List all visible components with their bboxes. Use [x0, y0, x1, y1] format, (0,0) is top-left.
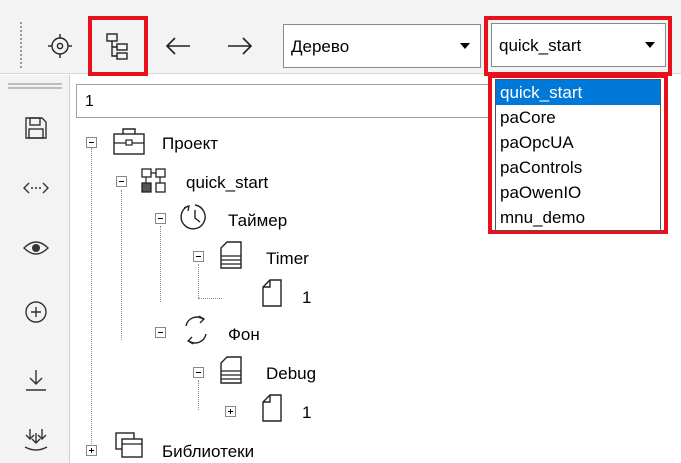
- tree-guide: [91, 148, 92, 448]
- floppy-disk-icon: [25, 117, 47, 139]
- tree-node-label[interactable]: quick_start: [186, 173, 268, 193]
- tree-guide: [198, 264, 199, 298]
- download-all-button[interactable]: [21, 425, 51, 455]
- stack-icon: [219, 240, 243, 275]
- back-button[interactable]: [160, 28, 196, 64]
- dropdown-option[interactable]: paOpcUA: [496, 130, 660, 155]
- view-mode-dropdown-arrow[interactable]: [454, 29, 476, 63]
- dropdown-option[interactable]: paControls: [496, 155, 660, 180]
- chevron-down-icon: [645, 42, 655, 48]
- expand-toggle[interactable]: [155, 327, 166, 338]
- library-icon: [114, 431, 146, 463]
- download-all-icon: [24, 429, 48, 451]
- dropdown-option[interactable]: paCore: [496, 105, 660, 130]
- expand-toggle[interactable]: [86, 137, 97, 148]
- tree-structure-icon: [106, 33, 128, 60]
- toolbar-grip: [20, 22, 24, 68]
- tree-node-label[interactable]: 1: [302, 403, 311, 423]
- add-button[interactable]: [21, 297, 51, 327]
- eye-icon: [23, 241, 49, 255]
- plus-circle-icon: [25, 301, 47, 323]
- download-button[interactable]: [21, 365, 51, 395]
- project-dropdown-list[interactable]: quick_start paCore paOpcUA paControls paOwen…: [495, 79, 661, 231]
- tree-guide: [198, 298, 222, 299]
- project-select[interactable]: quick_start: [491, 23, 666, 67]
- view-mode-value: Дерево: [291, 37, 350, 56]
- tree-guide: [160, 226, 161, 302]
- side-toolbar-grip: [8, 83, 62, 89]
- expand-toggle[interactable]: [155, 213, 166, 224]
- toolbar: Дерево quick_start: [0, 0, 681, 76]
- tree-node-label[interactable]: Фон: [228, 325, 260, 345]
- stack-icon: [219, 355, 243, 390]
- timer-icon: [180, 202, 210, 237]
- project-dropdown-arrow[interactable]: [639, 28, 661, 62]
- chevron-down-icon: [460, 43, 470, 49]
- project-dropdown-highlight: quick_start paCore paOpcUA paControls paOwen…: [488, 74, 668, 234]
- tree-node-label[interactable]: Таймер: [228, 211, 287, 231]
- dropdown-option[interactable]: quick_start: [496, 80, 660, 105]
- arrow-left-icon: [165, 37, 190, 55]
- tree-node-label[interactable]: Библиотеки: [162, 442, 254, 462]
- project-select-value: quick_start: [499, 36, 582, 55]
- dropdown-option[interactable]: mnu_demo: [496, 205, 660, 230]
- dropdown-option[interactable]: paOwenIO: [496, 180, 660, 205]
- application-icon: [140, 167, 168, 200]
- expand-toggle[interactable]: [116, 176, 127, 187]
- expand-toggle[interactable]: [225, 406, 236, 417]
- forward-button[interactable]: [222, 28, 258, 64]
- page-icon: [261, 278, 283, 313]
- expand-toggle[interactable]: [86, 445, 97, 456]
- tree-node-label[interactable]: Debug: [266, 364, 316, 384]
- tree-guide: [198, 380, 199, 410]
- locate-button[interactable]: [40, 26, 80, 66]
- save-button[interactable]: [21, 113, 51, 143]
- tree-header-label: 1: [85, 93, 94, 110]
- tree-view-button[interactable]: [88, 16, 148, 76]
- cycle-icon: [181, 314, 211, 351]
- crosshair-icon: [48, 34, 72, 58]
- tree-node-label[interactable]: Timer: [266, 249, 309, 269]
- tree-header: 1: [76, 84, 496, 118]
- side-toolbar: [0, 75, 70, 463]
- expand-toggle[interactable]: [193, 251, 204, 262]
- view-button[interactable]: [21, 233, 51, 263]
- tree-guide: [121, 190, 122, 340]
- arrow-right-icon: [228, 37, 253, 55]
- tree-node-label[interactable]: 1: [302, 288, 311, 308]
- project-icon: [112, 126, 146, 161]
- view-mode-select[interactable]: Дерево: [283, 24, 481, 68]
- page-icon: [261, 393, 283, 428]
- code-button[interactable]: [21, 173, 51, 203]
- download-icon: [26, 370, 46, 391]
- tree-node-label[interactable]: Проект: [162, 134, 218, 154]
- code-brackets-icon: [23, 182, 49, 194]
- expand-toggle[interactable]: [193, 367, 204, 378]
